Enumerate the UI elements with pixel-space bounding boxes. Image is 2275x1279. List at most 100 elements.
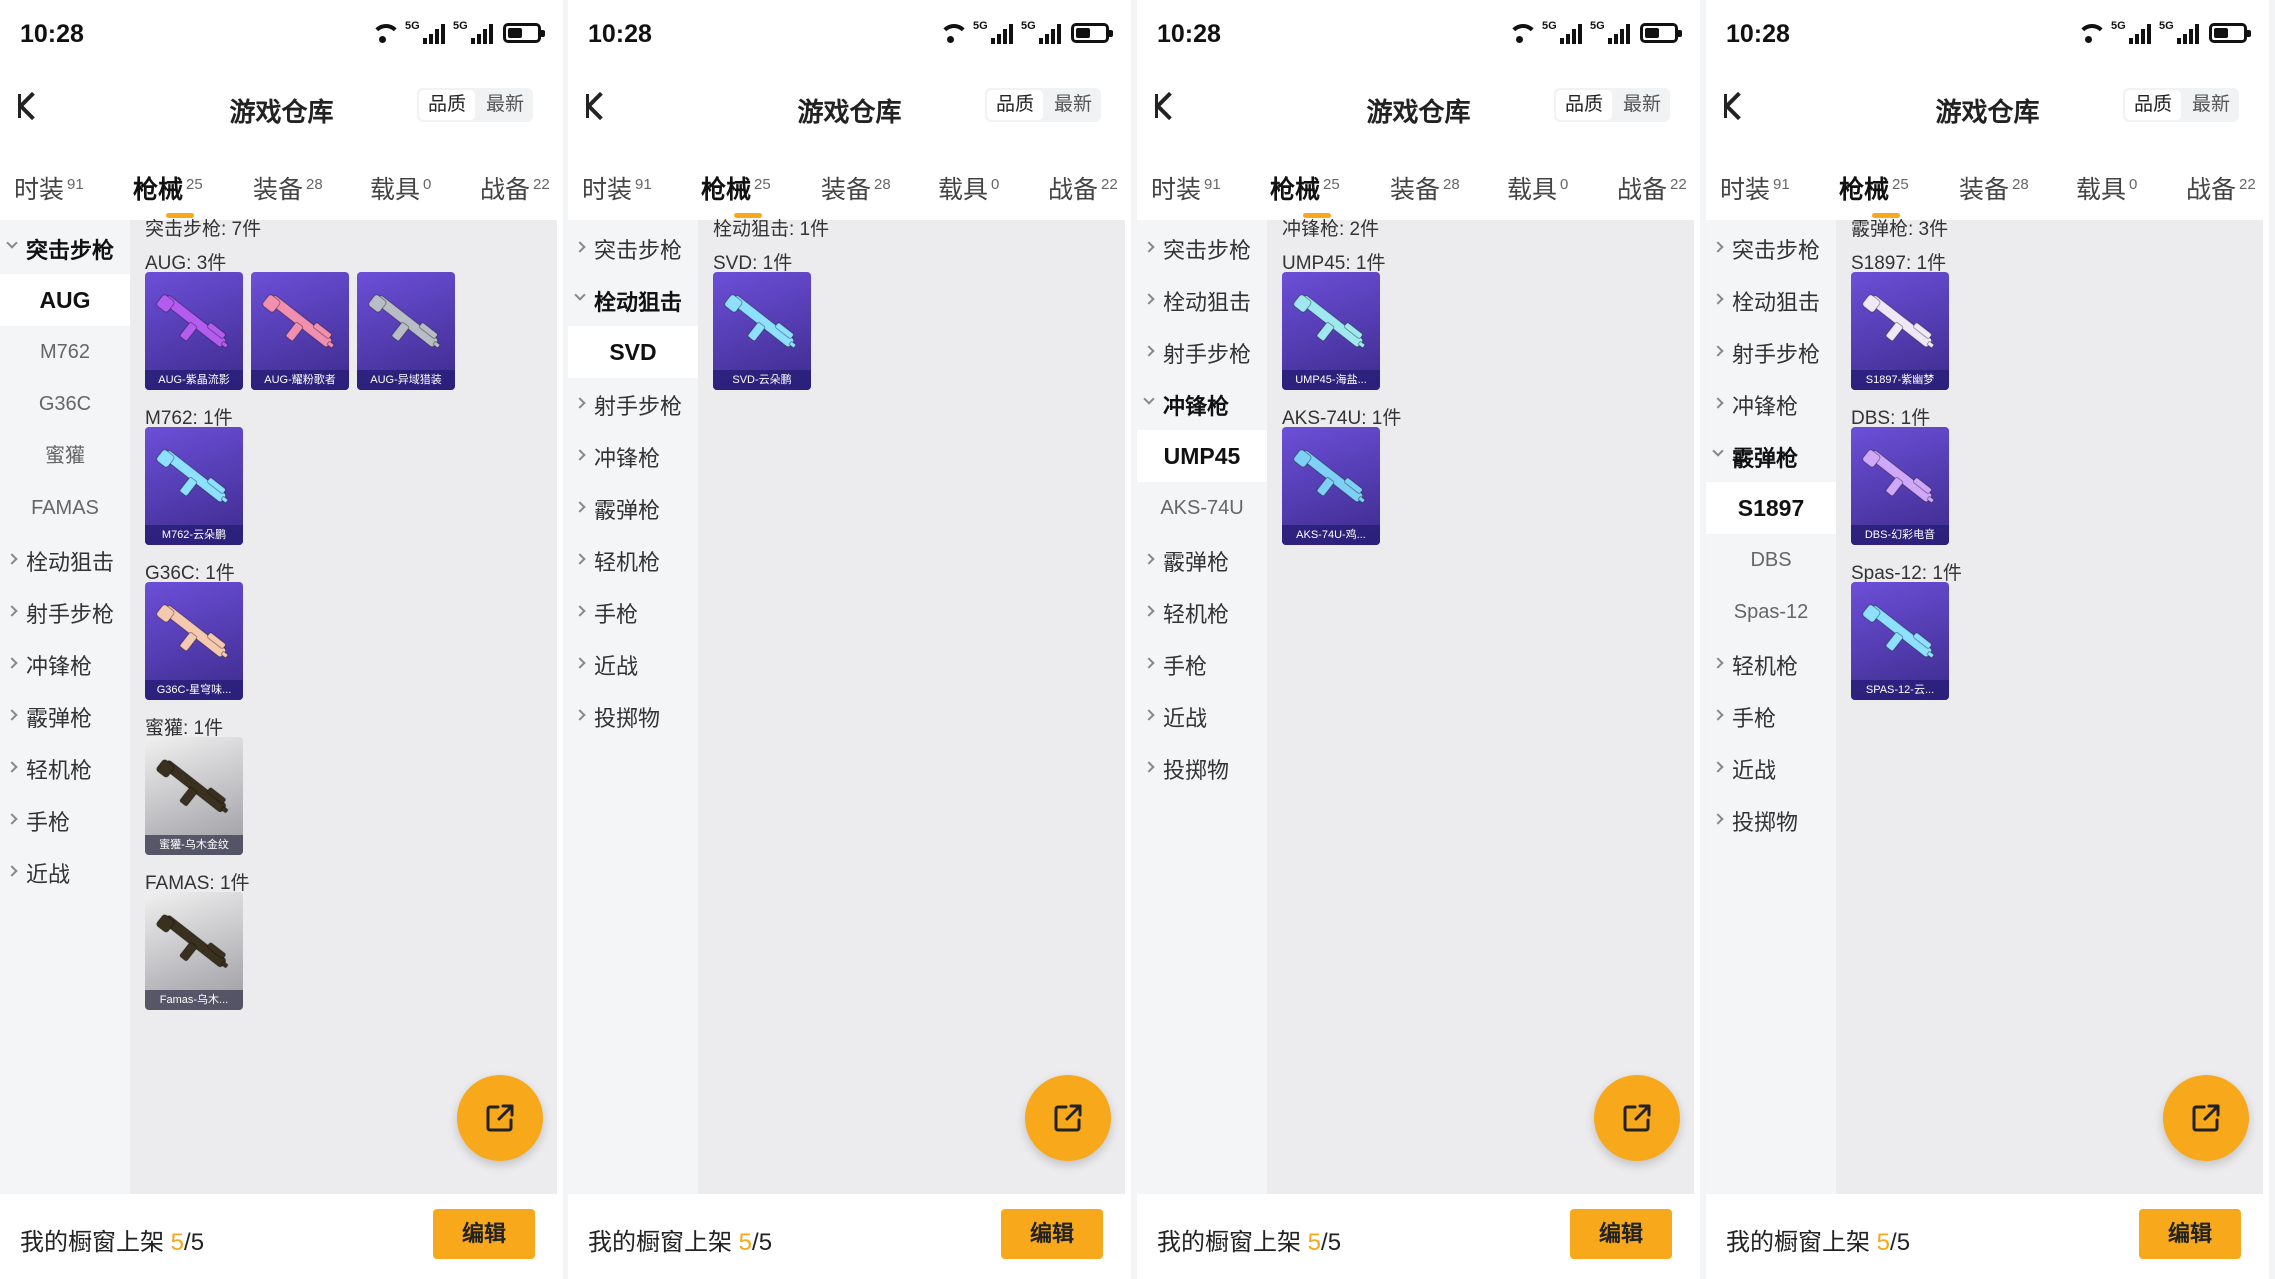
tab-guns[interactable]: 枪械 25: [701, 170, 771, 218]
sort-quality-button[interactable]: 品质: [986, 90, 1043, 120]
sidebar-category[interactable]: 近战: [1137, 690, 1267, 742]
sidebar-category[interactable]: 手枪: [1137, 638, 1267, 690]
tab-fashion[interactable]: 时装 91: [582, 170, 652, 206]
item-card[interactable]: 蜜獾-乌木金纹: [145, 737, 243, 855]
edit-button[interactable]: 编辑: [2139, 1209, 2241, 1259]
sort-latest-button[interactable]: 最新: [1045, 88, 1101, 122]
item-card[interactable]: AUG-耀粉歌者: [251, 272, 349, 390]
sidebar-category[interactable]: 近战: [0, 846, 130, 898]
sidebar-category[interactable]: 手枪: [1706, 690, 1836, 742]
sort-quality-button[interactable]: 品质: [418, 90, 475, 120]
tab-gear[interactable]: 战备 22: [1048, 170, 1118, 206]
sidebar-category[interactable]: 霰弹枪: [0, 690, 130, 742]
chevron-right-icon: [574, 241, 586, 253]
sidebar-subitem[interactable]: SVD: [568, 326, 698, 378]
edit-button[interactable]: 编辑: [1001, 1209, 1103, 1259]
sidebar-category[interactable]: 投掷物: [1706, 794, 1836, 846]
sort-latest-button[interactable]: 最新: [2183, 88, 2239, 122]
tab-guns[interactable]: 枪械 25: [1270, 170, 1340, 218]
sidebar-category[interactable]: 霰弹枪: [568, 482, 698, 534]
item-card[interactable]: AKS-74U-鸡...: [1282, 427, 1380, 545]
sidebar-category[interactable]: 霰弹枪: [1706, 430, 1836, 482]
share-button[interactable]: [1025, 1075, 1111, 1161]
share-button[interactable]: [457, 1075, 543, 1161]
sidebar-category[interactable]: 射手步枪: [0, 586, 130, 638]
chevron-right-icon: [1712, 397, 1724, 409]
tab-equipment[interactable]: 装备 28: [1959, 170, 2029, 206]
sort-quality-button[interactable]: 品质: [1555, 90, 1612, 120]
sidebar-subitem[interactable]: UMP45: [1137, 430, 1267, 482]
sort-quality-button[interactable]: 品质: [2124, 90, 2181, 120]
sidebar-category[interactable]: 轻机枪: [0, 742, 130, 794]
item-card[interactable]: AUG-异域猎装: [357, 272, 455, 390]
sidebar-category[interactable]: 手枪: [568, 586, 698, 638]
tab-vehicles[interactable]: 载具 0: [1507, 170, 1568, 206]
share-button[interactable]: [2163, 1075, 2249, 1161]
sidebar-category[interactable]: 轻机枪: [1137, 586, 1267, 638]
item-card[interactable]: SVD-云朵鹏: [713, 272, 811, 390]
edit-button[interactable]: 编辑: [1570, 1209, 1672, 1259]
sidebar-category[interactable]: 投掷物: [1137, 742, 1267, 794]
tab-gear[interactable]: 战备 22: [480, 170, 550, 206]
tab-guns[interactable]: 枪械 25: [133, 170, 203, 218]
sidebar-category[interactable]: 栓动狙击: [1706, 274, 1836, 326]
tab-equipment[interactable]: 装备 28: [821, 170, 891, 206]
sidebar-category[interactable]: 冲锋枪: [0, 638, 130, 690]
sidebar-subitem[interactable]: Spas-12: [1706, 586, 1836, 638]
tab-fashion[interactable]: 时装 91: [14, 170, 84, 206]
item-card[interactable]: G36C-星穹味...: [145, 582, 243, 700]
tab-guns[interactable]: 枪械 25: [1839, 170, 1909, 218]
edit-button[interactable]: 编辑: [433, 1209, 535, 1259]
sort-latest-button[interactable]: 最新: [477, 88, 533, 122]
item-card[interactable]: UMP45-海盐...: [1282, 272, 1380, 390]
sidebar-subitem[interactable]: AUG: [0, 274, 130, 326]
sidebar-subitem[interactable]: DBS: [1706, 534, 1836, 586]
sidebar-subitem[interactable]: M762: [0, 326, 130, 378]
sidebar-category[interactable]: 霰弹枪: [1137, 534, 1267, 586]
sidebar-subitem[interactable]: G36C: [0, 378, 130, 430]
tab-vehicles[interactable]: 载具 0: [2076, 170, 2137, 206]
sidebar-category[interactable]: 射手步枪: [568, 378, 698, 430]
item-card[interactable]: M762-云朵鹏: [145, 427, 243, 545]
tab-vehicles[interactable]: 载具 0: [938, 170, 999, 206]
sidebar-category[interactable]: 射手步枪: [1137, 326, 1267, 378]
item-card[interactable]: AUG-紫晶流影: [145, 272, 243, 390]
sidebar-category[interactable]: 突击步枪: [568, 222, 698, 274]
tab-fashion[interactable]: 时装 91: [1151, 170, 1221, 206]
item-card[interactable]: Famas-乌木...: [145, 892, 243, 1010]
tab-gear[interactable]: 战备 22: [2186, 170, 2256, 206]
tab-fashion[interactable]: 时装 91: [1720, 170, 1790, 206]
sort-latest-button[interactable]: 最新: [1614, 88, 1670, 122]
sidebar-category[interactable]: 突击步枪: [1137, 222, 1267, 274]
tab-equipment[interactable]: 装备 28: [1390, 170, 1460, 206]
sidebar-category[interactable]: 近战: [568, 638, 698, 690]
gun-icon: [156, 914, 229, 969]
sidebar-category[interactable]: 栓动狙击: [568, 274, 698, 326]
tab-equipment[interactable]: 装备 28: [253, 170, 323, 206]
item-card[interactable]: SPAS-12-云...: [1851, 582, 1949, 700]
tab-label: 战备: [2186, 176, 2237, 204]
share-button[interactable]: [1594, 1075, 1680, 1161]
sidebar-subitem[interactable]: FAMAS: [0, 482, 130, 534]
sidebar-category[interactable]: 轻机枪: [568, 534, 698, 586]
item-card[interactable]: S1897-紫幽梦: [1851, 272, 1949, 390]
sidebar-category[interactable]: 突击步枪: [0, 222, 130, 274]
sidebar-category[interactable]: 射手步枪: [1706, 326, 1836, 378]
sidebar-category[interactable]: 轻机枪: [1706, 638, 1836, 690]
sidebar-category[interactable]: 投掷物: [568, 690, 698, 742]
tab-vehicles[interactable]: 载具 0: [370, 170, 431, 206]
sidebar-category[interactable]: 冲锋枪: [1706, 378, 1836, 430]
sidebar-category[interactable]: 突击步枪: [1706, 222, 1836, 274]
sidebar-category[interactable]: 手枪: [0, 794, 130, 846]
tab-gear[interactable]: 战备 22: [1617, 170, 1687, 206]
sidebar-category[interactable]: 冲锋枪: [568, 430, 698, 482]
item-card[interactable]: DBS-幻彩电音: [1851, 427, 1949, 545]
sidebar-category[interactable]: 近战: [1706, 742, 1836, 794]
sidebar-category[interactable]: 栓动狙击: [1137, 274, 1267, 326]
sidebar-category[interactable]: 栓动狙击: [0, 534, 130, 586]
chevron-down-icon: [1143, 393, 1155, 405]
sidebar-category[interactable]: 冲锋枪: [1137, 378, 1267, 430]
sidebar-subitem[interactable]: AKS-74U: [1137, 482, 1267, 534]
sidebar-subitem[interactable]: S1897: [1706, 482, 1836, 534]
sidebar-subitem[interactable]: 蜜獾: [0, 430, 130, 482]
